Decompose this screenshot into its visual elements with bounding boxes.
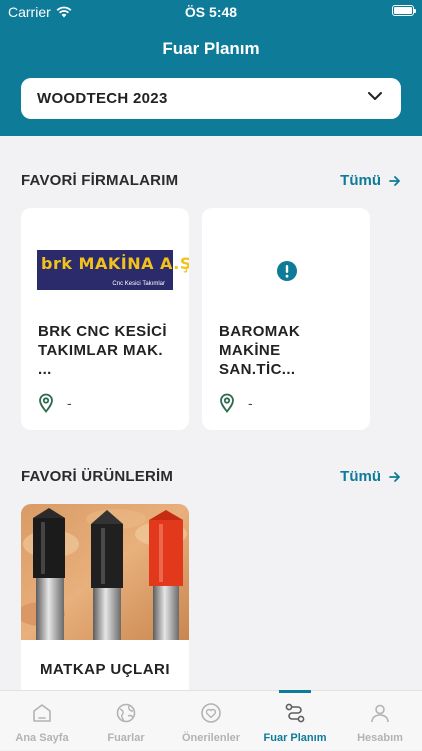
favorite-firms-title: FAVORİ FİRMALARIM <box>21 172 179 189</box>
location-pin-icon <box>39 393 53 413</box>
tab-fair-plan[interactable]: Fuar Planım <box>253 690 337 751</box>
chevron-down-icon <box>368 92 382 100</box>
firm-location: - <box>219 393 253 413</box>
product-image <box>21 504 189 640</box>
favorite-products-title: FAVORİ ÜRÜNLERİM <box>21 468 174 485</box>
tab-account[interactable]: Hesabım <box>338 691 422 751</box>
tab-bar: Ana Sayfa Fuarlar Önerilenler Fuar Planı… <box>0 690 422 750</box>
arrow-right-icon <box>389 471 400 482</box>
battery-icon <box>392 5 416 16</box>
fair-selector-value: WOODTECH 2023 <box>37 90 168 107</box>
tab-label: Fuar Planım <box>263 732 327 744</box>
tab-fairs[interactable]: Fuarlar <box>84 691 168 751</box>
all-link-label: Tümü <box>340 468 381 485</box>
logo-text: brk MAKİNA A.Ş. <box>41 254 189 273</box>
globe-icon <box>116 703 136 723</box>
firm-name: BRK CNC KESİCİ TAKIMLAR MAK. ... <box>38 323 167 378</box>
firm-name: BAROMAK MAKİNE SAN.TİC... <box>219 323 301 378</box>
tab-label: Ana Sayfa <box>15 732 69 744</box>
tab-indicator <box>279 690 311 693</box>
user-icon <box>371 704 389 723</box>
all-link-label: Tümü <box>340 172 381 189</box>
home-icon <box>33 704 51 722</box>
firm-location: - <box>38 393 72 413</box>
location-value: - <box>248 395 253 411</box>
fair-selector[interactable]: WOODTECH 2023 <box>21 78 401 119</box>
location-value: - <box>67 395 72 411</box>
arrow-right-icon <box>389 175 400 186</box>
tab-label: Fuarlar <box>107 732 145 744</box>
page-title: Fuar Planım <box>162 39 260 58</box>
favorite-products-all-link[interactable]: Tümü <box>340 468 401 485</box>
favorite-firms-header: FAVORİ FİRMALARIM Tümü <box>21 172 401 192</box>
route-icon <box>285 703 305 723</box>
tab-label: Hesabım <box>357 732 403 744</box>
product-card[interactable]: MATKAP UÇLARI <box>21 504 189 704</box>
favorite-firms-all-link[interactable]: Tümü <box>340 172 401 189</box>
logo-subtext: Cnc Kesici Takımlar <box>112 281 165 287</box>
firm-card[interactable]: brk MAKİNA A.Ş. Cnc Kesici Takımlar BRK … <box>21 208 189 430</box>
status-bar: Carrier ÖS 5:48 <box>0 0 422 22</box>
tab-label: Önerilenler <box>181 732 241 744</box>
firm-logo: brk MAKİNA A.Ş. Cnc Kesici Takımlar <box>37 250 189 290</box>
tab-recommended[interactable]: Önerilenler <box>169 691 253 751</box>
app-header: Carrier ÖS 5:48 Fuar Planım WOODTECH 202… <box>0 0 422 136</box>
tab-home[interactable]: Ana Sayfa <box>0 691 84 751</box>
favorite-products-header: FAVORİ ÜRÜNLERİM Tümü <box>21 468 401 488</box>
alert-icon <box>277 261 297 281</box>
heart-icon <box>201 703 221 723</box>
status-time: ÖS 5:48 <box>184 4 238 20</box>
location-pin-icon <box>220 393 234 413</box>
firm-card[interactable]: BAROMAK MAKİNE SAN.TİC... - <box>202 208 370 430</box>
product-name: MATKAP UÇLARI <box>39 661 171 678</box>
